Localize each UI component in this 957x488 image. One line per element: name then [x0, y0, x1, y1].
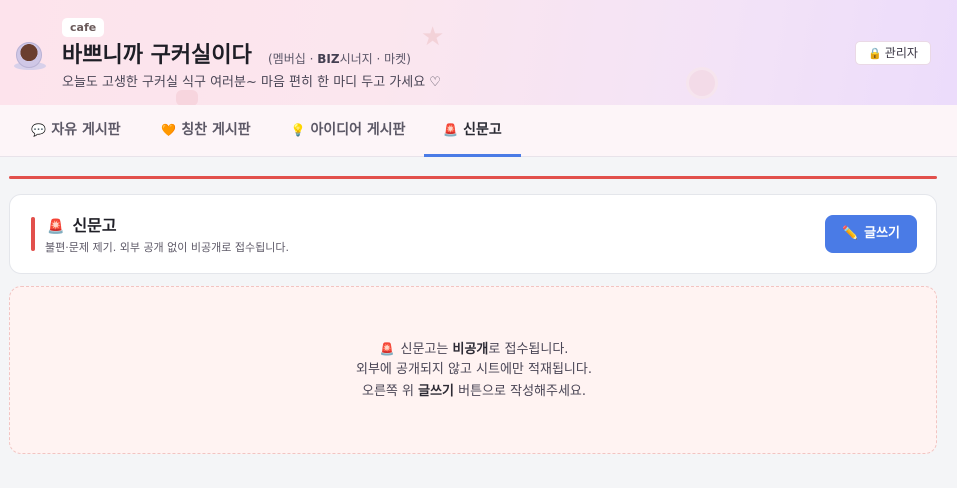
speech-bubble-icon: 💬 [31, 123, 47, 137]
site-subtitle: (멤버십 · BIZ시너지 · 마켓) [268, 52, 411, 66]
star-decoration-icon: ★ [421, 22, 445, 52]
tab-idea-board[interactable]: 💡 아이디어 게시판 [280, 105, 416, 157]
heart-decoration-icon [176, 90, 198, 105]
tab-free-board[interactable]: 💬 자유 게시판 [22, 105, 130, 157]
write-button[interactable]: ✏️ 글쓰기 [825, 215, 917, 253]
tab-label: 자유 게시판 [51, 122, 121, 138]
board-tabs: 💬 자유 게시판 🧡 칭찬 게시판 💡 아이디어 게시판 🚨 신문고 [0, 105, 957, 157]
tab-label: 신문고 [463, 122, 502, 138]
siren-icon: 🚨 [379, 342, 395, 356]
notice-line-3: 오른쪽 위 글쓰기 버튼으로 작성해주세요. [362, 384, 586, 399]
site-title: 바쁘니까 구커실이다 [62, 43, 252, 68]
alert-divider [9, 176, 937, 179]
site-header: ★ cafe 바쁘니까 구커실이다 (멤버십 · BIZ시너지 · 마켓) 오늘… [0, 0, 957, 105]
board-title: 🚨 신문고 [47, 216, 117, 235]
tab-label: 아이디어 게시판 [310, 122, 406, 138]
tab-praise-board[interactable]: 🧡 칭찬 게시판 [150, 105, 262, 157]
write-button-label: 글쓰기 [864, 226, 901, 241]
pencil-icon: ✏️ [841, 226, 859, 241]
cafe-tag: cafe [62, 18, 105, 37]
notice-line-1: 🚨 신문고는 비공개로 접수됩니다. [379, 342, 569, 357]
heart-icon: 🧡 [161, 123, 177, 137]
accent-bar [31, 217, 35, 251]
site-tagline: 오늘도 고생한 구커실 식구 여러분~ 마음 편히 한 마디 두고 가세요 ♡ [62, 75, 441, 90]
board-description: 불편·문제 제기. 외부 공개 없이 비공개로 접수됩니다. [45, 241, 289, 254]
coffee-mug-logo-icon [14, 38, 46, 70]
admin-button-label: 관리자 [884, 46, 918, 60]
admin-button[interactable]: 🔒 관리자 [855, 41, 931, 65]
board-header-card: 🚨 신문고 불편·문제 제기. 외부 공개 없이 비공개로 접수됩니다. ✏️ 글쓰… [9, 194, 937, 274]
siren-icon: 🚨 [47, 219, 65, 235]
cup-decoration-icon [686, 67, 718, 99]
lock-icon: 🔒 [868, 47, 882, 60]
lightbulb-icon: 💡 [290, 123, 306, 137]
empty-notice-box: 🚨 신문고는 비공개로 접수됩니다. 외부에 공개되지 않고 시트에만 적재됩니다… [9, 286, 937, 454]
notice-line-2: 외부에 공개되지 않고 시트에만 적재됩니다. [356, 362, 592, 377]
tab-label: 칭찬 게시판 [181, 122, 251, 138]
siren-icon: 🚨 [443, 123, 459, 137]
tab-report-board[interactable]: 🚨 신문고 [424, 105, 521, 157]
